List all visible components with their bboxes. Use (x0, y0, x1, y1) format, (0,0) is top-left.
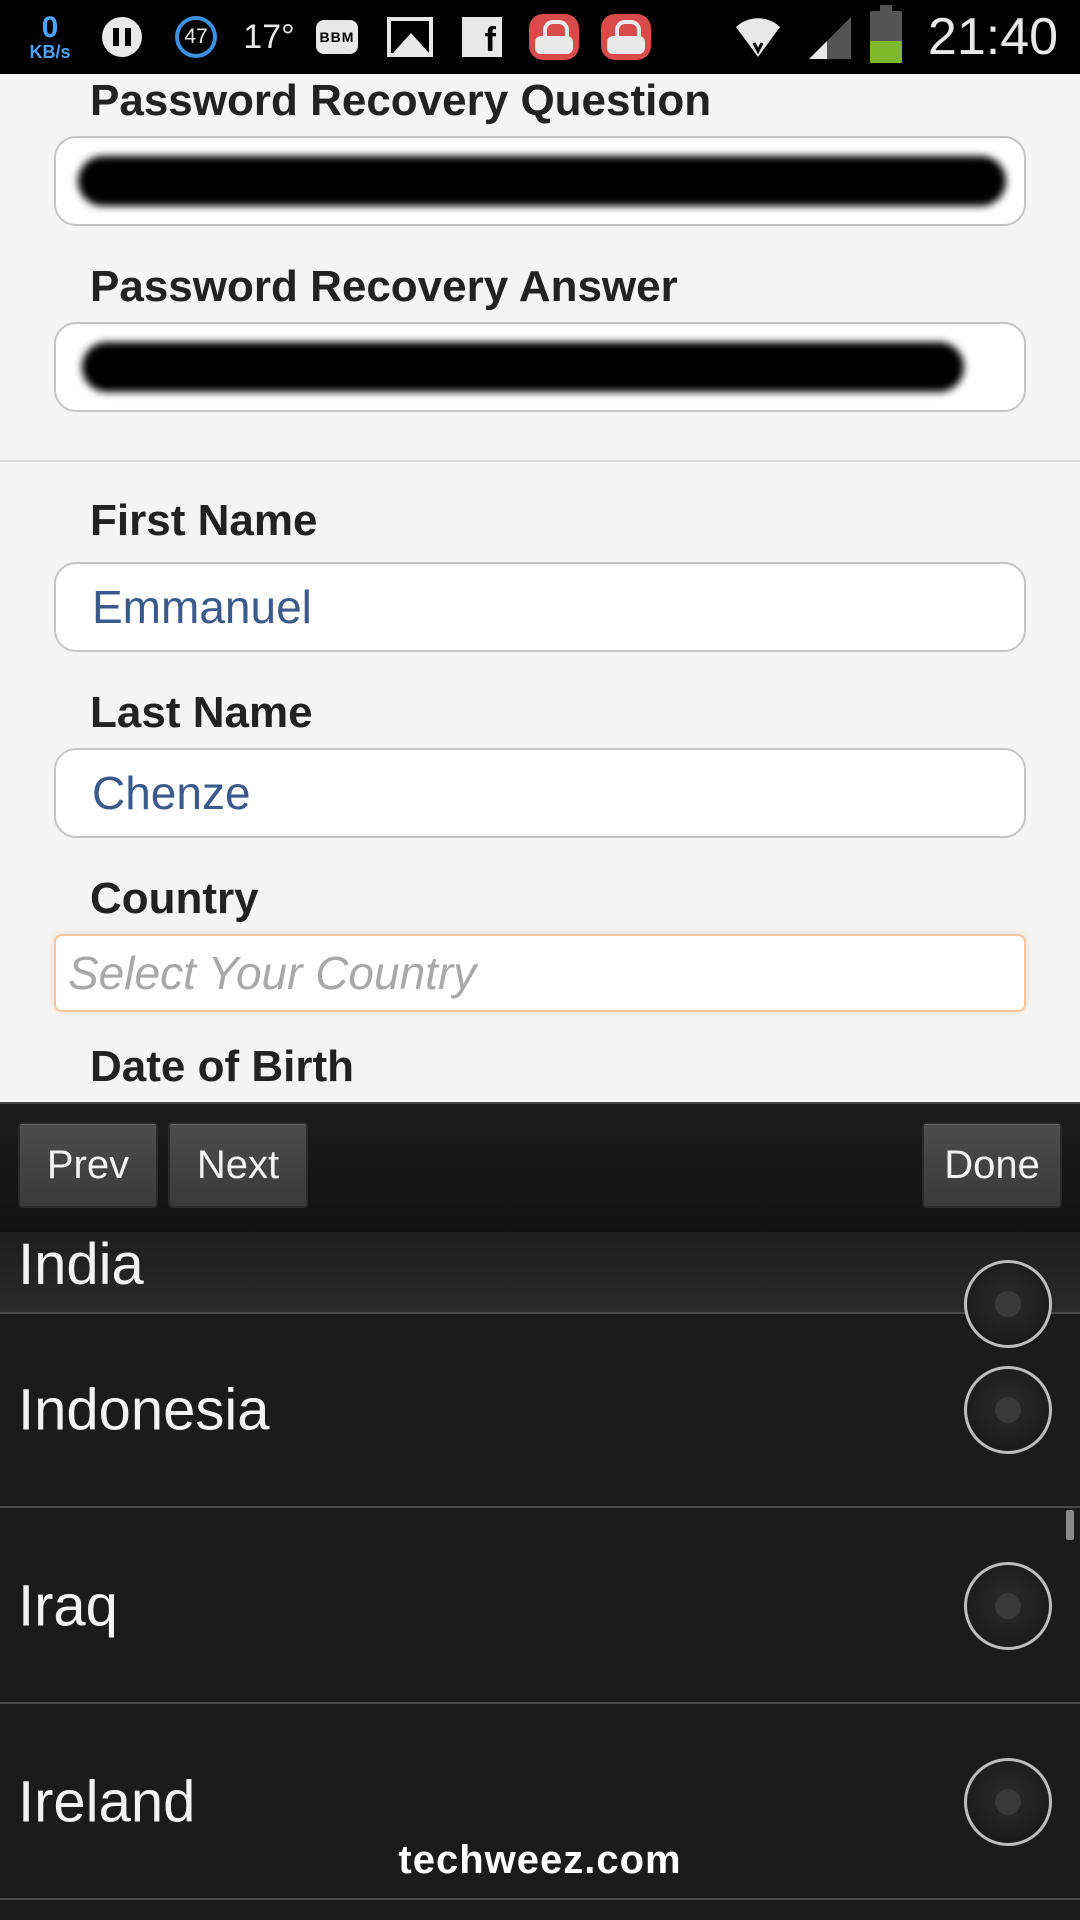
country-option-label: Ireland (18, 1769, 196, 1835)
section-divider (0, 460, 1080, 462)
radio-button[interactable] (964, 1366, 1052, 1454)
watermark: techweez.com (398, 1838, 682, 1882)
data-rate-indicator: 0 KB/s (18, 0, 82, 74)
recovery-answer-label: Password Recovery Answer (90, 262, 678, 311)
pause-icon (98, 0, 146, 74)
bbm-icon: BBM (314, 0, 360, 74)
dob-label: Date of Birth (90, 1042, 354, 1091)
shopping-bag-icon (528, 0, 580, 74)
country-picker-list[interactable]: India Indonesia Iraq Ireland (0, 1232, 1080, 1920)
first-name-field[interactable]: Emmanuel (54, 562, 1026, 652)
data-rate-unit: KB/s (29, 42, 71, 62)
clock: 21:40 (927, 8, 1059, 66)
notification-count: 47 (175, 16, 217, 58)
country-option[interactable]: Iraq (0, 1510, 1080, 1704)
picker-scrollbar[interactable] (1066, 1510, 1074, 1540)
form-navigation-toolbar: Prev Next Done (0, 1102, 1080, 1234)
signal-icon (804, 0, 854, 74)
last-name-field[interactable]: Chenze (54, 748, 1026, 838)
last-name-label: Last Name (90, 688, 313, 737)
data-rate-value: 0 (41, 11, 59, 44)
wifi-icon (730, 0, 786, 74)
facebook-icon: f (460, 0, 504, 74)
first-name-label: First Name (90, 496, 318, 545)
country-option[interactable]: Indonesia (0, 1314, 1080, 1508)
recovery-question-label: Password Recovery Question (90, 76, 712, 125)
country-label: Country (90, 874, 259, 923)
redaction-mark (82, 342, 964, 392)
prev-button[interactable]: Prev (18, 1122, 158, 1208)
radio-button[interactable] (964, 1758, 1052, 1846)
temperature: 17° (243, 17, 295, 56)
recovery-question-field[interactable] (54, 136, 1026, 226)
country-option-label: Indonesia (18, 1377, 270, 1443)
shopping-bag-icon (600, 0, 652, 74)
next-button[interactable]: Next (168, 1122, 308, 1208)
registration-form: Password Recovery Question Password Reco… (0, 74, 1080, 1102)
country-select[interactable]: Select Your Country (54, 934, 1026, 1012)
bbm-icon-text: BBM (316, 20, 358, 54)
status-bar: 0 KB/s 47 17° BBM f 21:40 (0, 0, 1080, 74)
recovery-answer-field[interactable] (54, 322, 1026, 412)
redaction-mark (78, 156, 1006, 206)
radio-button[interactable] (964, 1562, 1052, 1650)
country-option-label: India (18, 1232, 144, 1297)
country-option-label: Iraq (18, 1573, 118, 1639)
country-option[interactable]: India (0, 1232, 1080, 1348)
notification-count-icon: 47 (170, 0, 222, 74)
gallery-icon (384, 0, 436, 74)
battery-icon (868, 0, 904, 74)
done-button[interactable]: Done (922, 1122, 1062, 1208)
